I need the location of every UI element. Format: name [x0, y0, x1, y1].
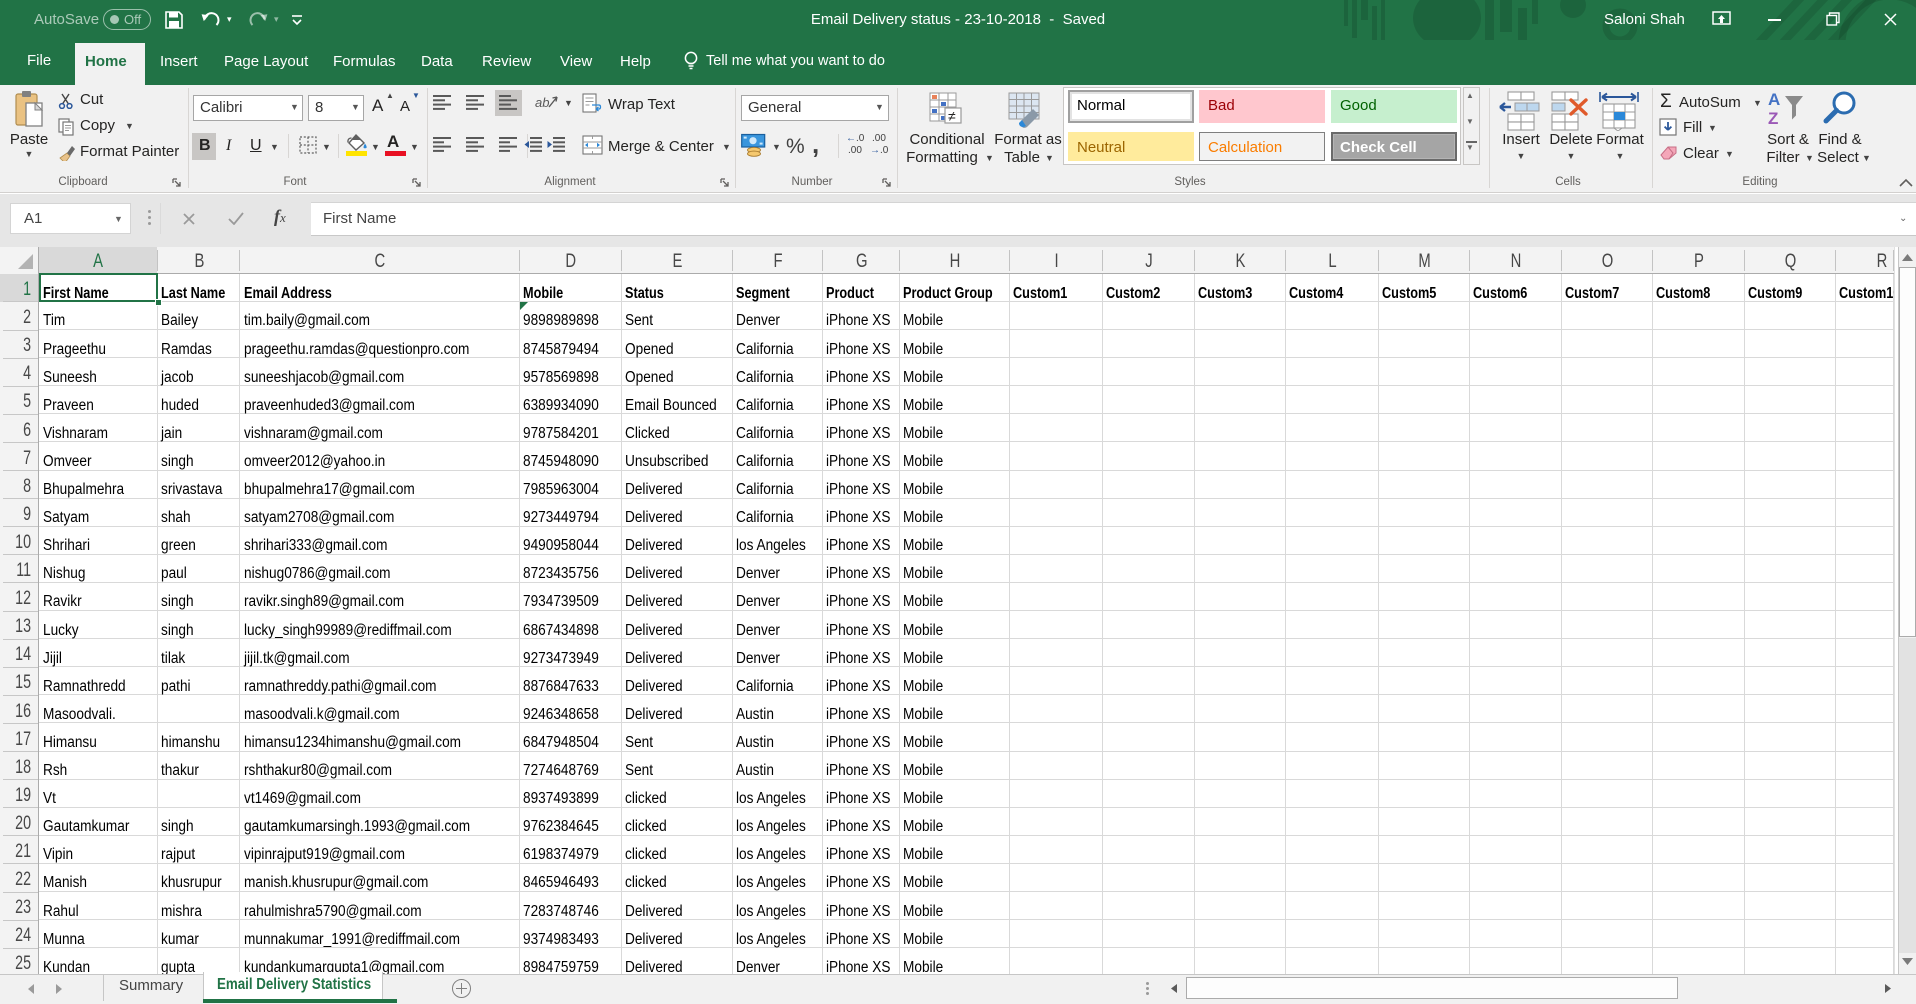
- svg-text:ab: ab: [535, 95, 549, 110]
- svg-text:A: A: [1768, 90, 1780, 109]
- svg-text:≠: ≠: [948, 108, 956, 124]
- svg-text:Z: Z: [1768, 109, 1778, 126]
